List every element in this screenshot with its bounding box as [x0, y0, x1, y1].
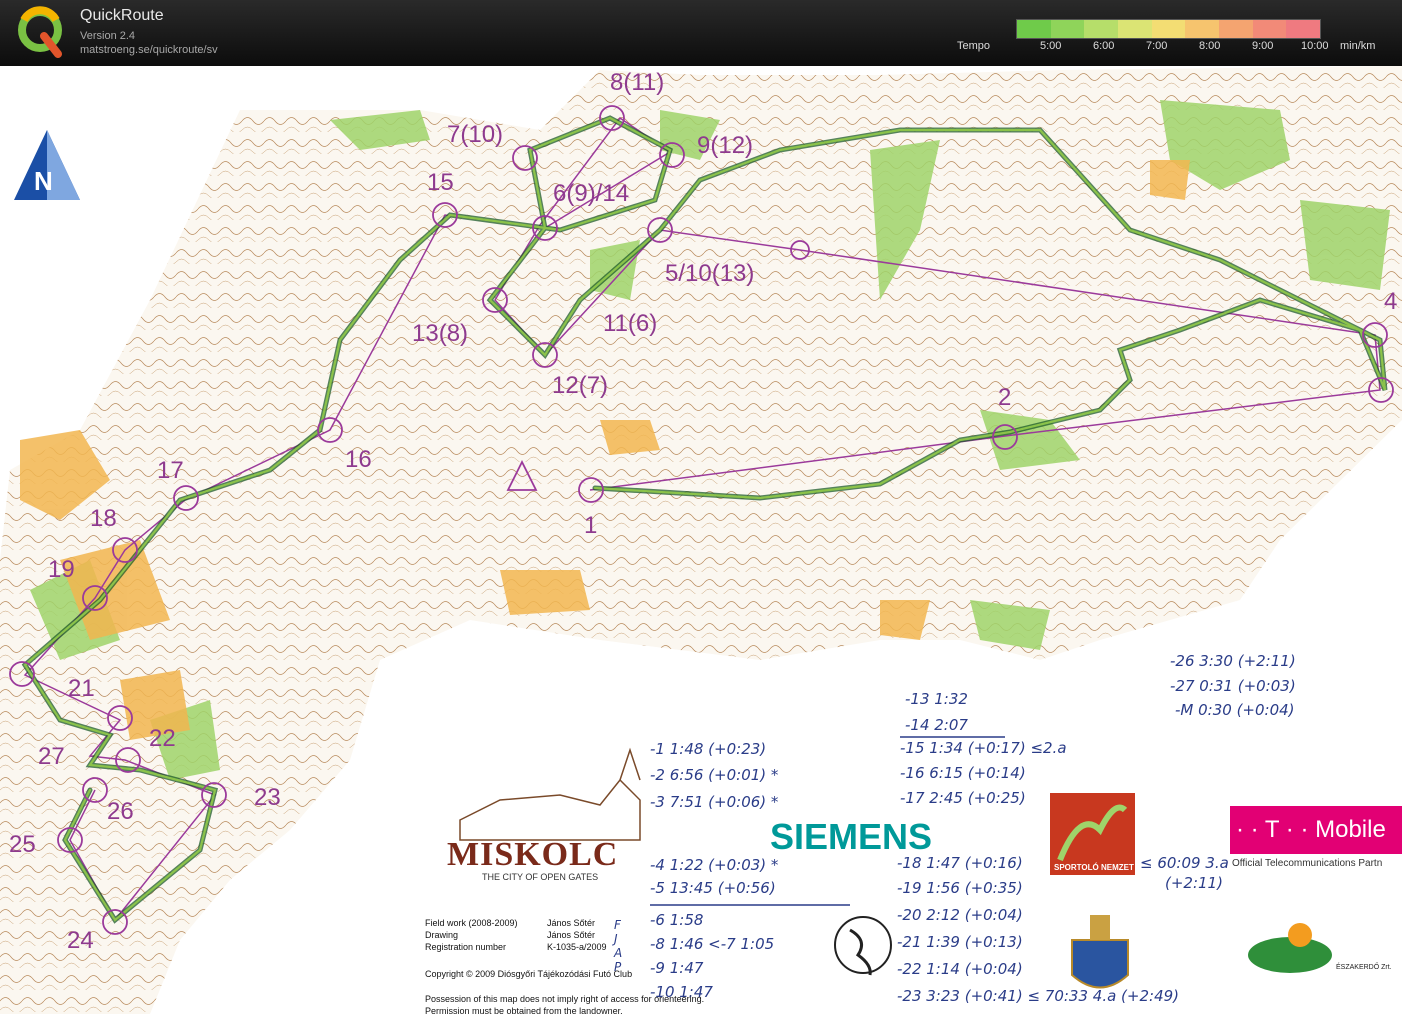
split-note: -5 13:45 (+0:56) — [650, 879, 776, 897]
split-note: -19 1:56 (+0:35) — [897, 879, 1023, 897]
tempo-scale-segment — [1219, 20, 1253, 38]
app-version: Version 2.4 — [80, 30, 136, 42]
control-label-15[interactable]: 15 — [427, 169, 454, 197]
coat-of-arms-icon — [1071, 915, 1129, 989]
miskolc-castle-icon — [459, 747, 641, 841]
control-label-26[interactable]: 26 — [107, 798, 134, 826]
tempo-scale-segment — [1017, 20, 1051, 38]
tempo-unit: min/km — [1340, 40, 1376, 52]
control-label-11[interactable]: 11(6) — [603, 310, 657, 338]
control-label-7[interactable]: 7(10) — [447, 121, 503, 149]
control-label-1[interactable]: 1 — [584, 512, 597, 540]
split-note: -2 6:56 (+0:01) * — [650, 766, 779, 784]
split-note: -17 2:45 (+0:25) — [900, 789, 1026, 807]
control-label-19[interactable]: 19 — [48, 556, 75, 584]
tempo-scale-segment — [1286, 20, 1321, 38]
tempo-scale-segment — [1084, 20, 1119, 38]
miskolc-subtitle: THE CITY OF OPEN GATES — [482, 872, 599, 882]
tempo-scale-segment — [1118, 20, 1152, 38]
tempo-tick: 10:00 — [1301, 40, 1329, 52]
control-label-18[interactable]: 18 — [90, 505, 117, 533]
tempo-tick: 9:00 — [1252, 40, 1274, 52]
north-arrow-label: N — [34, 166, 53, 196]
control-label-8[interactable]: 8(11) — [610, 69, 664, 97]
split-note: (+2:11) — [1165, 874, 1223, 892]
control-label-9[interactable]: 9(12) — [697, 132, 753, 160]
control-label-2[interactable]: 2 — [998, 384, 1011, 412]
split-note: -26 3:30 (+2:11) — [1170, 652, 1296, 670]
credit-label: Registration number — [425, 942, 507, 952]
app-url[interactable]: matstroeng.se/quickroute/sv — [80, 44, 218, 56]
control-label-25[interactable]: 25 — [9, 831, 36, 859]
credit-value: János Sőtér — [547, 918, 596, 928]
split-note: -3 7:51 (+0:06) * — [650, 793, 779, 811]
split-note: -13 1:32 — [905, 690, 968, 708]
split-note: -20 2:12 (+0:04) — [897, 906, 1023, 924]
siemens-logo-text: SIEMENS — [770, 816, 933, 857]
tempo-tick: 7:00 — [1146, 40, 1168, 52]
split-note: -9 1:47 — [650, 959, 704, 977]
split-note: -16 6:15 (+0:14) — [900, 764, 1026, 782]
control-label-22[interactable]: 22 — [149, 725, 176, 753]
orienteering-map[interactable]: 1 2 4 5/10(13) 6(9)/14 7(10) 8(11) 9(12)… — [0, 66, 1402, 1014]
tmobile-subtitle: Official Telecommunications Partn — [1232, 858, 1383, 869]
split-note: -22 1:14 (+0:04) — [897, 960, 1023, 978]
tempo-scale-bar — [1016, 19, 1321, 39]
app-header: QuickRoute Version 2.4 matstroeng.se/qui… — [0, 0, 1402, 66]
permission-notice: Permission must be obtained from the lan… — [425, 1006, 623, 1014]
split-note: -14 2:07 — [905, 716, 968, 734]
control-label-16[interactable]: 16 — [345, 446, 372, 474]
control-label-27[interactable]: 27 — [38, 743, 65, 771]
control-label-4[interactable]: 4 — [1384, 288, 1397, 316]
credit-value: K-1035-a/2009 — [547, 942, 607, 952]
tempo-scale-segment — [1050, 20, 1085, 38]
tempo-tick: 6:00 — [1093, 40, 1115, 52]
copyright-text: Copyright © 2009 Diósgyőri Tájékozódási … — [425, 969, 633, 979]
split-note: -8 1:46 <-7 1:05 — [650, 935, 775, 953]
control-label-13[interactable]: 13(8) — [412, 320, 468, 348]
control-label-24[interactable]: 24 — [67, 927, 94, 955]
split-note: -M 0:30 (+0:04) — [1175, 701, 1295, 719]
tmobile-logo-text: · · T · · Mobile — [1236, 816, 1386, 843]
control-label-17[interactable]: 17 — [157, 457, 184, 485]
control-label-21[interactable]: 21 — [68, 675, 95, 703]
tempo-scale-segment — [1185, 20, 1220, 38]
split-note: ≤ 60:09 3.a — [1140, 854, 1229, 872]
quickroute-logo-icon — [18, 6, 62, 58]
eszakerdo-logo-icon — [1248, 923, 1332, 973]
tempo-tick: 5:00 — [1040, 40, 1062, 52]
split-note: -23 3:23 (+0:41) ≤ 70:33 4.a (+2:49) — [897, 987, 1180, 1005]
control-label-23[interactable]: 23 — [254, 784, 281, 812]
side-letters: F J A P — [614, 918, 623, 974]
tempo-scale-segment — [1252, 20, 1287, 38]
sportolo-logo-text: SPORTOLÓ NEMZET — [1054, 863, 1134, 872]
tempo-label: Tempo — [957, 40, 991, 52]
split-note: -27 0:31 (+0:03) — [1170, 677, 1296, 695]
app-title: QuickRoute — [80, 7, 164, 24]
eszakerdo-logo-text: ÉSZAKERDŐ Zrt. — [1336, 964, 1392, 971]
split-note: -21 1:39 (+0:13) — [897, 933, 1023, 951]
control-label-12[interactable]: 12(7) — [552, 372, 608, 400]
miskolc-logo-text: MISKOLC — [447, 836, 619, 873]
access-notice: Possession of this map does not imply ri… — [425, 994, 705, 1004]
credit-label: Drawing — [425, 930, 459, 940]
split-note: -15 1:34 (+0:17) ≤2.a — [900, 739, 1067, 757]
tempo-scale-segment — [1151, 20, 1186, 38]
tempo-tick: 8:00 — [1199, 40, 1221, 52]
nemzeti-park-emblem-icon — [834, 916, 892, 976]
credit-value: János Sőtér — [547, 930, 596, 940]
split-note: -4 1:22 (+0:03) * — [650, 856, 779, 874]
control-label-6[interactable]: 6(9)/14 — [553, 180, 629, 208]
split-note: -1 1:48 (+0:23) — [650, 740, 767, 758]
control-label-5[interactable]: 5/10(13) — [665, 260, 754, 288]
credit-label: Field work (2008-2009) — [425, 918, 518, 928]
split-note: -6 1:58 — [650, 911, 704, 929]
